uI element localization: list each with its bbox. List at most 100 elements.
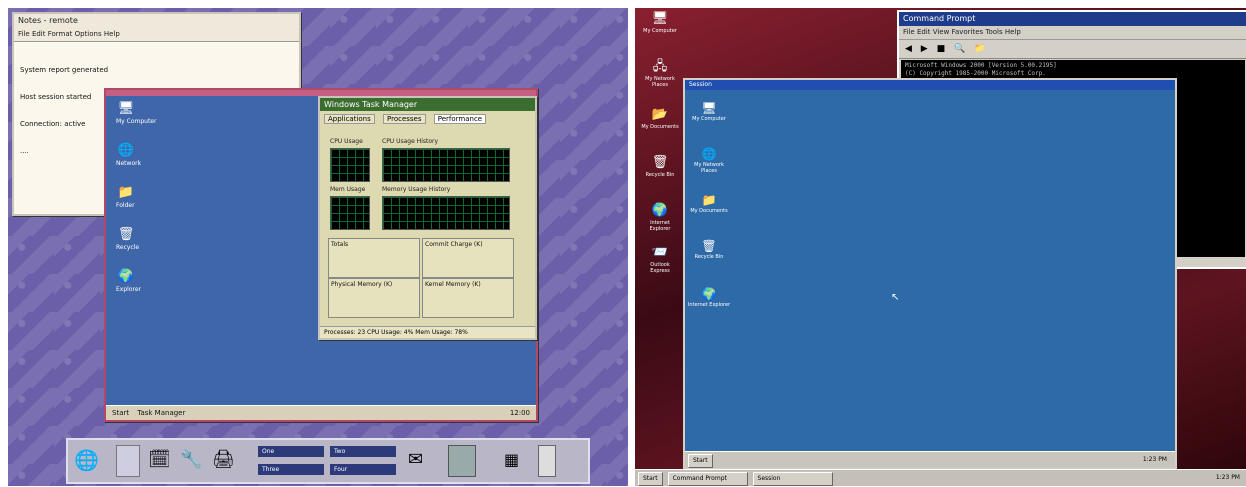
start-button[interactable]: Start xyxy=(688,454,713,468)
trash-icon[interactable] xyxy=(538,445,556,477)
back-icon[interactable]: ◀ xyxy=(905,44,915,54)
desktop-icon-label: Recycle xyxy=(116,244,140,251)
outlook-express-icon: 📨 xyxy=(651,245,669,260)
totals-box: Totals xyxy=(328,238,420,278)
my-computer-icon: 🖥 xyxy=(117,101,135,116)
stop-icon[interactable]: ■ xyxy=(937,44,949,54)
cpu-usage-meter xyxy=(330,148,370,182)
forward-icon[interactable]: ▶ xyxy=(921,44,931,54)
desktop-icon[interactable]: 🗑 Recycle Bin xyxy=(641,154,679,178)
my-computer-icon: 🖥 xyxy=(651,11,669,26)
taskbar-clock: 1:23 PM xyxy=(1215,474,1240,481)
desktop-icon[interactable]: 📨 Outlook Express xyxy=(641,244,679,274)
notes-title[interactable]: Notes - remote xyxy=(14,14,299,28)
desktop-icon[interactable]: 🖥 My Computer xyxy=(687,100,731,122)
taskbar-item[interactable]: Task Manager xyxy=(137,406,185,420)
workspace-button-1[interactable]: One xyxy=(258,446,324,457)
session-window[interactable]: Session 🖥 My Computer 🌐 My Network Place… xyxy=(683,78,1177,470)
tab-applications[interactable]: Applications xyxy=(324,114,375,124)
recycle-bin-icon: 🗑 xyxy=(651,155,669,170)
desktop-icon-label: My Computer xyxy=(116,118,157,125)
network-icon: 🌐 xyxy=(117,143,135,158)
desktop-icon-label: My Network Places xyxy=(694,162,724,174)
note-line: System report generated xyxy=(20,66,109,74)
desktop-icon-label: Folder xyxy=(116,202,135,209)
start-button[interactable]: Start xyxy=(112,406,129,420)
desktop-icon-label: Internet Explorer xyxy=(649,220,671,232)
desktop-icon[interactable]: 🌍 Explorer xyxy=(116,268,176,293)
taskbar-button-command-prompt[interactable]: Command Prompt xyxy=(667,472,748,486)
my-documents-icon: 📂 xyxy=(651,107,669,122)
kernel-memory-box: Kernel Memory (K) xyxy=(422,278,514,318)
desktop-icon-label: My Computer xyxy=(692,116,726,122)
desktop-icon[interactable]: 🗑 Recycle xyxy=(116,226,176,251)
globe-icon[interactable]: 🌐 xyxy=(74,445,104,475)
task-manager-window[interactable]: Windows Task Manager Applications Proces… xyxy=(318,96,537,340)
remote-taskbar: Start Task Manager 12:00 xyxy=(106,405,536,420)
network-places-icon: 🖧 xyxy=(652,59,668,74)
desktop-icon[interactable]: 🖧 My Network Places xyxy=(641,58,679,88)
cpu-history-label: CPU Usage History xyxy=(382,138,439,145)
tab-performance[interactable]: Performance xyxy=(433,114,487,124)
internet-explorer-icon: 🌍 xyxy=(651,203,669,218)
taskbar-button-session[interactable]: Session xyxy=(752,472,833,486)
tools-icon[interactable]: 🔧 xyxy=(180,445,206,475)
recycle-bin-icon: 🗑 xyxy=(117,227,135,242)
desktop-icon[interactable]: 📂 My Documents xyxy=(641,106,679,130)
cpu-usage-label: CPU Usage xyxy=(330,138,363,145)
desktop-icon-label: Explorer xyxy=(116,286,141,293)
workspace-button-3[interactable]: Three xyxy=(258,464,324,475)
task-manager-title[interactable]: Windows Task Manager xyxy=(320,98,535,111)
session-clock: 1:23 PM xyxy=(1142,456,1167,463)
desktop-icon-label: Recycle Bin xyxy=(694,254,724,260)
physical-memory-box: Physical Memory (K) xyxy=(328,278,420,318)
network-places-icon: 🌐 xyxy=(701,147,717,161)
desktop-icon[interactable]: 📁 Folder xyxy=(116,184,176,209)
calendar-icon[interactable]: 🗓 xyxy=(148,445,174,475)
workspace-button-2[interactable]: Two xyxy=(330,446,396,457)
recycle-bin-icon: 🗑 xyxy=(701,239,717,253)
document-icon[interactable] xyxy=(116,445,140,477)
tab-processes[interactable]: Processes xyxy=(383,114,426,124)
search-icon[interactable]: 🔍 xyxy=(954,44,968,54)
right-screen: 🖥 My Computer 🖧 My Network Places 📂 My D… xyxy=(635,8,1246,486)
mem-history-graph xyxy=(382,196,510,230)
desktop-icon[interactable]: 🌍 Internet Explorer xyxy=(641,202,679,232)
printer-icon[interactable]: 🖨 xyxy=(212,445,242,475)
taskbar-clock: 12:00 xyxy=(509,409,530,417)
left-screen: Notes - remote File Edit Format Options … xyxy=(8,8,628,486)
desktop-icon-label: My Documents xyxy=(641,124,679,130)
terminal-icon[interactable] xyxy=(448,445,476,477)
mouse-cursor-icon: ↖ xyxy=(891,292,900,303)
mail-icon[interactable]: ✉ xyxy=(408,445,438,475)
desktop-icon[interactable]: 🖥 My Computer xyxy=(116,100,176,125)
command-prompt-toolbar: ◀ ▶ ■ 🔍 📁 xyxy=(899,40,1246,59)
internet-explorer-icon: 🌍 xyxy=(117,269,135,284)
desktop-icon[interactable]: 🌍 Internet Explorer xyxy=(687,286,731,308)
commit-charge-box: Commit Charge (K) xyxy=(422,238,514,278)
folder-icon: 📁 xyxy=(117,185,135,200)
mem-history-label: Memory Usage History xyxy=(382,186,451,193)
desktop-icon[interactable]: 📁 My Documents xyxy=(687,192,731,214)
desktop-icon[interactable]: 🌐 My Network Places xyxy=(687,146,731,174)
command-prompt-title[interactable]: Command Prompt xyxy=(899,12,1246,26)
desktop-icon[interactable]: 🖥 My Computer xyxy=(641,10,679,34)
my-documents-icon: 📁 xyxy=(701,193,717,207)
mem-usage-meter xyxy=(330,196,370,230)
command-prompt-menubar[interactable]: File Edit View Favorites Tools Help xyxy=(899,26,1246,40)
desktop-icon-label: Internet Explorer xyxy=(687,302,731,308)
desktop-icon[interactable]: 🌐 Network xyxy=(116,142,176,167)
notes-menubar[interactable]: File Edit Format Options Help xyxy=(14,28,299,42)
task-manager-tabs: Applications Processes Performance xyxy=(320,111,535,127)
app-manager-icon[interactable]: ▦ xyxy=(504,445,524,475)
start-button[interactable]: Start xyxy=(638,472,663,486)
desktop-icon-label: My Documents xyxy=(690,208,728,214)
folders-icon[interactable]: 📁 xyxy=(974,44,988,54)
cde-front-panel: 🌐 🗓 🔧 🖨 One Two Three Four ✉ ▦ xyxy=(66,438,590,484)
desktop-icon[interactable]: 🗑 Recycle Bin xyxy=(687,238,731,260)
task-manager-statusbar: Processes: 23 CPU Usage: 4% Mem Usage: 7… xyxy=(320,326,535,338)
workspace-button-4[interactable]: Four xyxy=(330,464,396,475)
desktop-icon-label: My Computer xyxy=(643,28,677,34)
desktop-icon-label: Network xyxy=(116,160,142,167)
session-title[interactable]: Session xyxy=(685,80,1175,90)
